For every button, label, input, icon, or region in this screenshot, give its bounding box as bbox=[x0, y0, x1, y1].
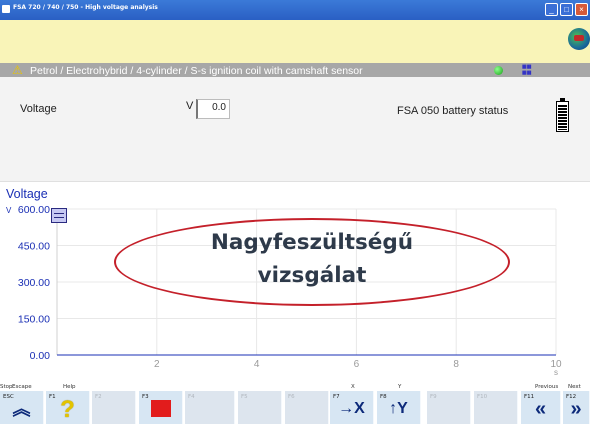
x-axis-unit: s bbox=[554, 368, 558, 377]
fkey-caption-f7: X bbox=[351, 384, 355, 390]
fkey-caption-f8: Y bbox=[398, 384, 402, 390]
fkey-f1-button[interactable]: F1? bbox=[46, 391, 90, 424]
fkey-f11-button[interactable]: F11 « bbox=[521, 391, 561, 424]
title-bar: FSA 720 / 740 / 750 - High voltage analy… bbox=[0, 0, 590, 20]
app-icon bbox=[2, 5, 10, 13]
window-title: FSA 720 / 740 / 750 - High voltage analy… bbox=[13, 4, 158, 11]
vehicle-path: Petrol / Electrohybrid / 4-cylinder / S-… bbox=[30, 65, 363, 77]
fkey-f12-button[interactable]: F12» bbox=[563, 391, 590, 424]
fkey-caption-esc: Escape bbox=[12, 384, 32, 390]
fkey-f10-button: F10 bbox=[474, 391, 518, 424]
arrow-x-icon: →X bbox=[338, 400, 365, 417]
fkey-caption-f3: Stop bbox=[0, 384, 13, 390]
close-button[interactable]: × bbox=[575, 3, 588, 16]
divider bbox=[0, 181, 590, 182]
warning-icon: ⚠ bbox=[12, 63, 23, 77]
overlay-caption: Nagyfeszültségű vizsgálat bbox=[114, 226, 510, 292]
fkey-f2-button: F2 bbox=[92, 391, 136, 424]
fkey-f9-button: F9 bbox=[427, 391, 471, 424]
fkey-f4-button: F4 bbox=[185, 391, 235, 424]
fkey-f3-button[interactable]: F3 bbox=[139, 391, 183, 424]
voltage-value-field: 0.0 bbox=[196, 99, 230, 119]
y-tick-label: 150.00 bbox=[18, 314, 50, 326]
fkey-number: F3 bbox=[142, 394, 149, 400]
fkey-f7-button[interactable]: F7 →X bbox=[330, 391, 374, 424]
fkey-caption-f12: Next bbox=[568, 384, 581, 390]
double-right-icon: » bbox=[570, 398, 582, 420]
fkey-caption-f1: Help bbox=[63, 384, 76, 390]
minimize-button[interactable]: _ bbox=[545, 3, 558, 16]
y-tick-label: 300.00 bbox=[18, 277, 50, 289]
voltage-label: Voltage bbox=[20, 103, 57, 115]
double-left-icon: « bbox=[534, 398, 547, 420]
maximize-button[interactable]: □ bbox=[560, 3, 573, 16]
measurement-panel bbox=[0, 77, 590, 181]
network-status-icon: ▦▦ ▦▦ bbox=[522, 64, 532, 76]
stop-icon bbox=[151, 400, 171, 417]
connection-status-icon bbox=[494, 66, 503, 75]
info-bar bbox=[0, 20, 590, 63]
fkey-esc-button[interactable]: ESC ︽ bbox=[0, 391, 44, 424]
battery-icon bbox=[556, 98, 569, 132]
x-tick-label: 6 bbox=[354, 359, 360, 370]
fkey-number: F2 bbox=[95, 394, 102, 400]
arrow-y-icon: ↑Y bbox=[389, 400, 408, 417]
fkey-number: F4 bbox=[188, 394, 195, 400]
y-tick-label: 450.00 bbox=[18, 241, 50, 253]
fkey-f8-button[interactable]: F8 ↑Y bbox=[377, 391, 421, 424]
battery-status-label: FSA 050 battery status bbox=[397, 105, 509, 117]
globe-icon[interactable] bbox=[568, 28, 590, 50]
x-tick-label: 4 bbox=[254, 359, 260, 370]
fkey-number: F10 bbox=[477, 394, 488, 400]
y-tick-label: 0.00 bbox=[30, 350, 51, 362]
question-icon: ? bbox=[60, 396, 75, 423]
fkey-number: F5 bbox=[241, 394, 248, 400]
y-tick-label: 600.00 bbox=[18, 204, 50, 216]
window-controls: _ □ × bbox=[545, 3, 588, 16]
x-tick-label: 2 bbox=[154, 359, 160, 370]
voltage-unit: V bbox=[186, 100, 194, 112]
legend-menu-icon[interactable] bbox=[51, 208, 67, 223]
fkey-f5-button: F5 bbox=[238, 391, 282, 424]
fkey-caption-f11: Previous bbox=[535, 384, 559, 390]
fkey-f6-button: F6 bbox=[285, 391, 329, 424]
overlay-line-2: vizsgálat bbox=[257, 263, 367, 288]
x-tick-label: 8 bbox=[453, 359, 459, 370]
fkey-number: F9 bbox=[430, 394, 437, 400]
fkey-number: F6 bbox=[288, 394, 295, 400]
double-up-icon: ︽ bbox=[12, 399, 31, 419]
battery-level bbox=[558, 105, 567, 130]
overlay-line-1: Nagyfeszültségű bbox=[210, 230, 414, 255]
